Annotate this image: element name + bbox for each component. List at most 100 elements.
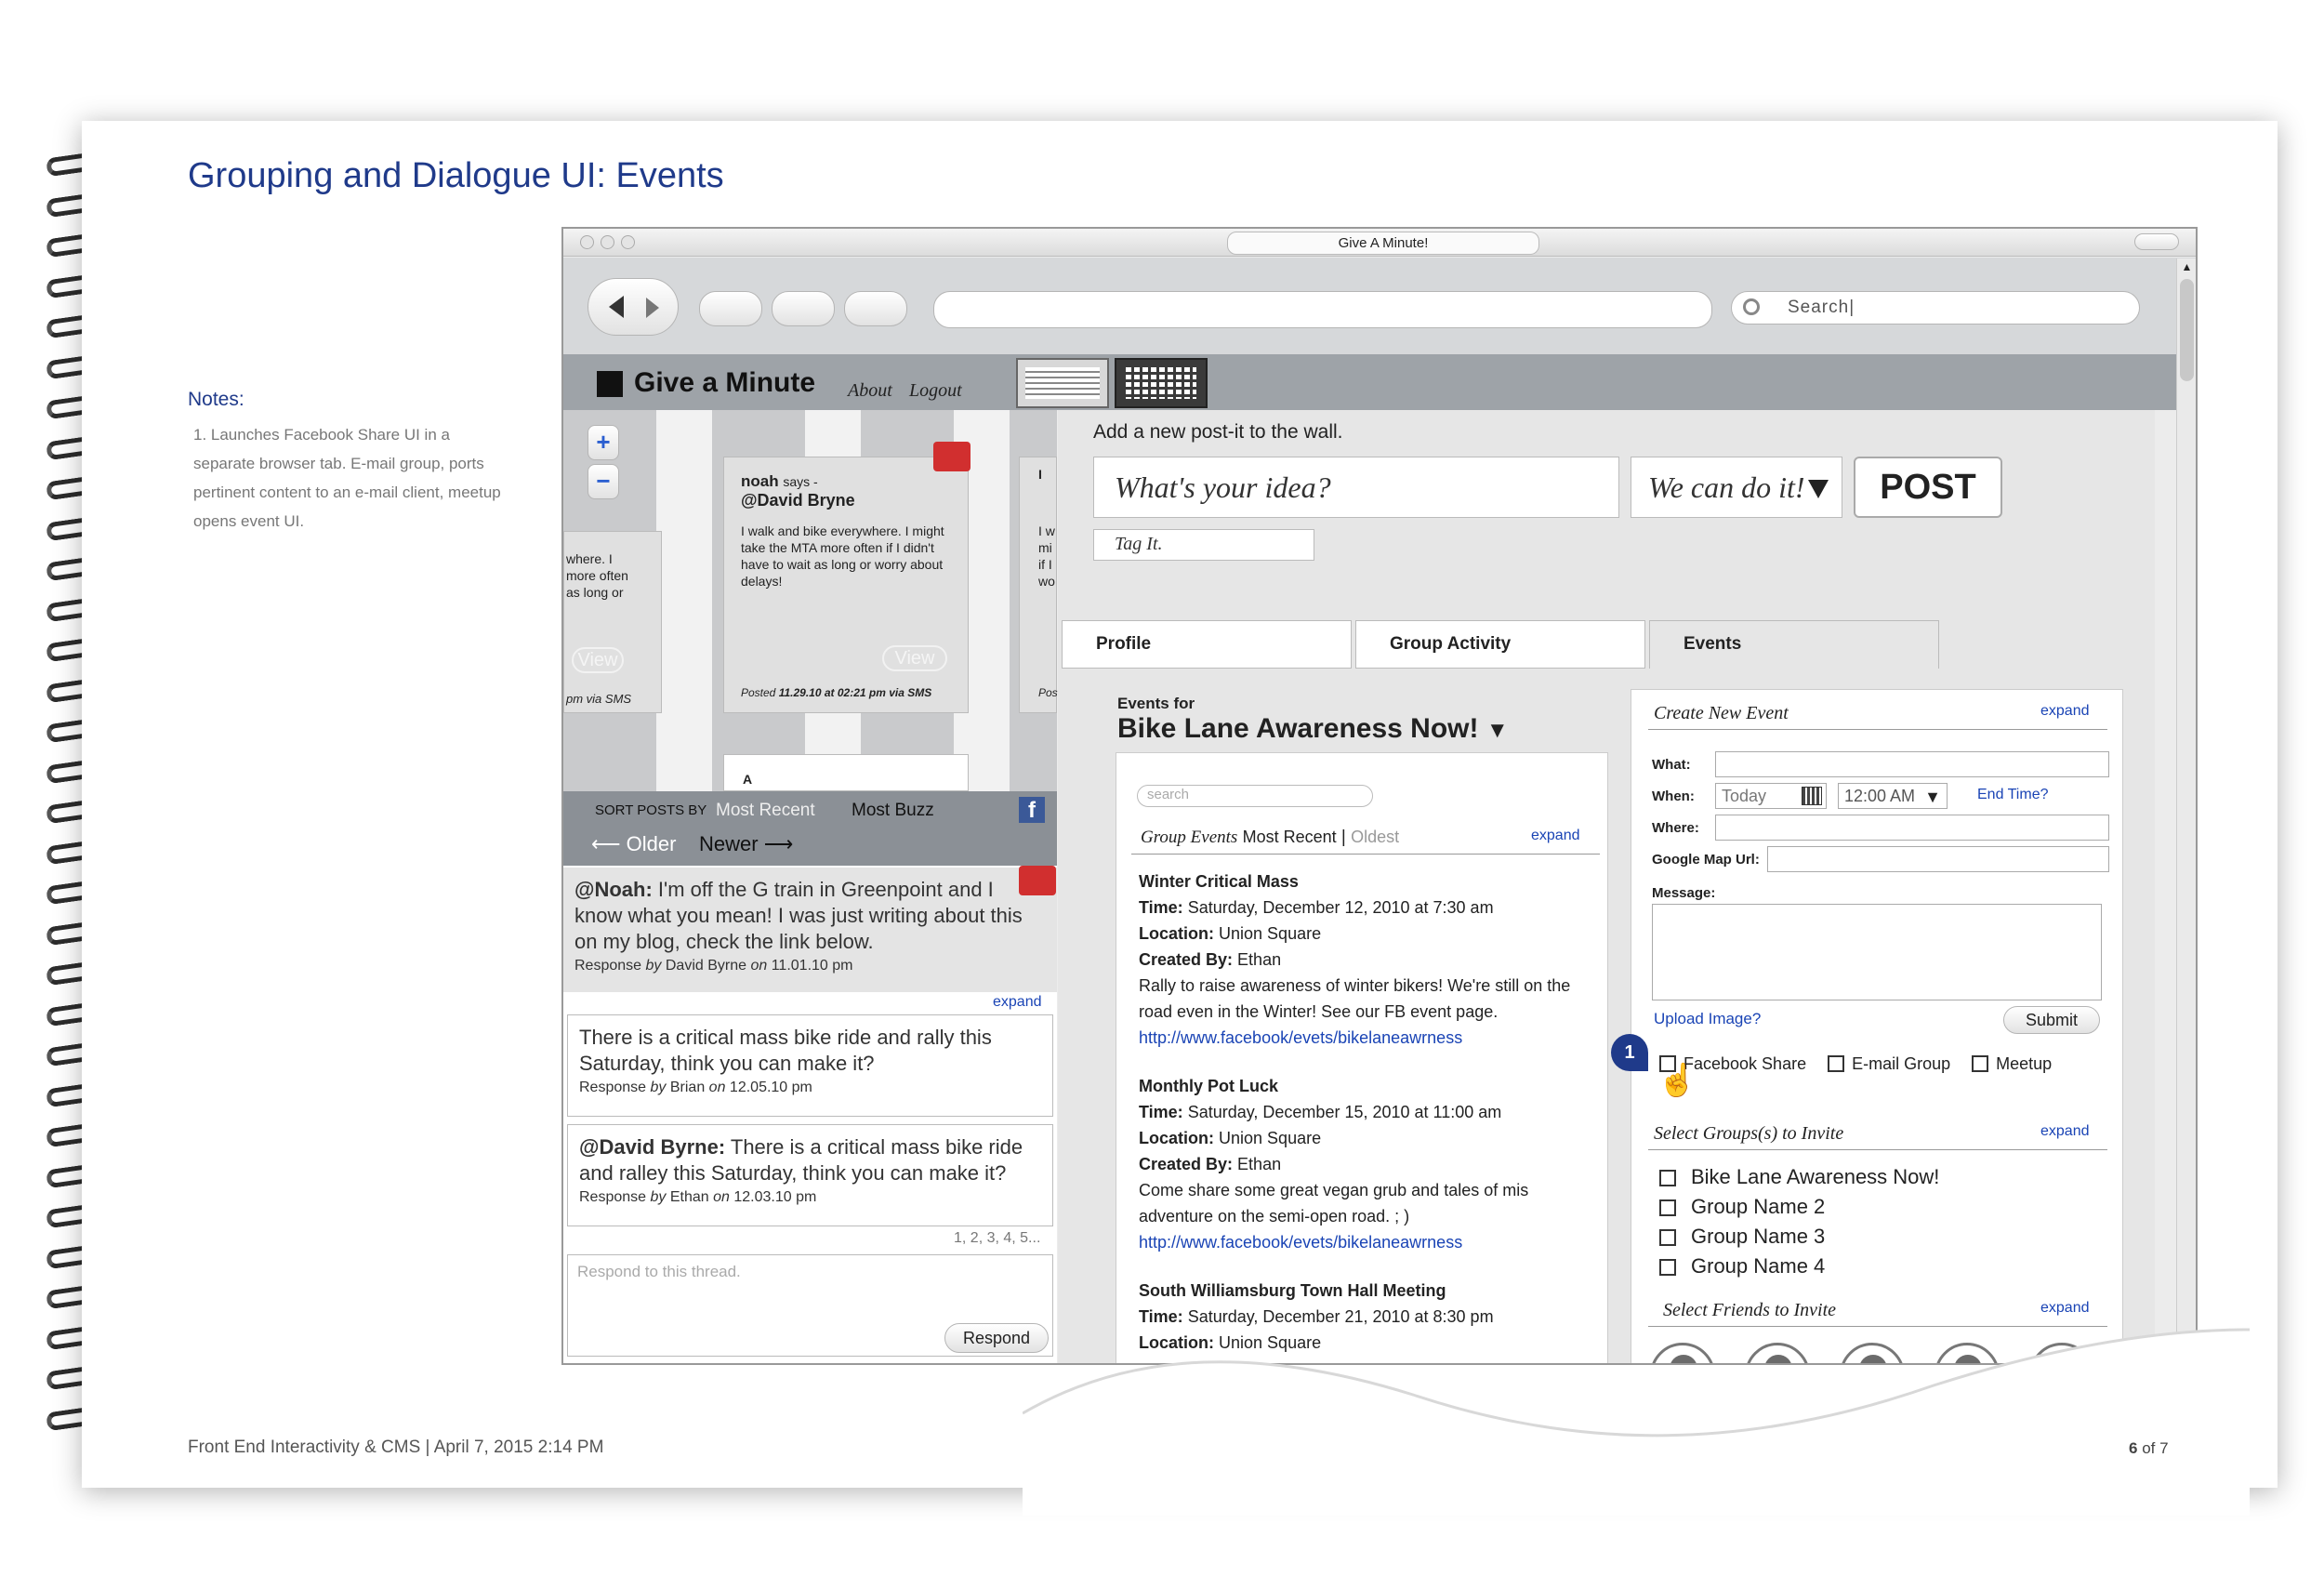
comment-flag-icon[interactable]: [933, 442, 971, 471]
group-option[interactable]: Group Name 4: [1659, 1252, 1939, 1281]
title-bar: Give A Minute!: [563, 229, 2196, 257]
cando-select[interactable]: We can do it!: [1631, 457, 1842, 518]
map-url-input[interactable]: [1767, 846, 2109, 872]
list-view-toggle[interactable]: [1016, 358, 1109, 408]
checkbox[interactable]: [1659, 1199, 1676, 1216]
grid-view-icon: [1126, 367, 1196, 399]
browser-search-input[interactable]: Search|: [1731, 291, 2140, 325]
older-link[interactable]: ⟵ Older: [591, 832, 676, 856]
scroll-thumb[interactable]: [2180, 279, 2194, 381]
expand-link[interactable]: expand: [1531, 828, 1580, 844]
chevron-down-icon: ▼: [1924, 788, 1941, 806]
expand-link[interactable]: expand: [993, 994, 1042, 1011]
app-header-right: [1016, 354, 2196, 410]
post-button[interactable]: POST: [1854, 457, 2002, 518]
post-wall[interactable]: + − where. I more often as long or View …: [563, 410, 1058, 791]
tab-group-activity[interactable]: Group Activity: [1355, 620, 1645, 669]
scroll-up-icon[interactable]: ▲: [2179, 260, 2195, 275]
event-item[interactable]: Monthly Pot Luck Time: Saturday, Decembe…: [1139, 1073, 1600, 1255]
event-link[interactable]: http://www.facebook/evets/bikelaneawrnes…: [1139, 1229, 1600, 1255]
checkbox[interactable]: [1659, 1229, 1676, 1246]
close-dot[interactable]: [580, 235, 594, 249]
toolbar-toggle-button[interactable]: [2134, 233, 2179, 250]
post-prompt: Add a new post-it to the wall.: [1093, 421, 1343, 443]
grid-view-toggle[interactable]: [1115, 358, 1208, 408]
time-select[interactable]: 12:00 AM ▼: [1838, 783, 1948, 809]
group-option[interactable]: Group Name 3: [1659, 1222, 1939, 1252]
submit-button[interactable]: Submit: [2003, 1006, 2100, 1034]
post-card-right[interactable]: I I w mi if I wo Pos: [1019, 457, 1058, 713]
group-checklist: Bike Lane Awareness Now! Group Name 2 Gr…: [1659, 1162, 1939, 1281]
end-time-link[interactable]: End Time?: [1977, 787, 2048, 803]
sort-oldest-events[interactable]: Oldest: [1351, 828, 1399, 846]
meetup-option[interactable]: Meetup: [1972, 1054, 2052, 1073]
checkbox[interactable]: [1972, 1055, 1989, 1072]
minimize-dot[interactable]: [601, 235, 614, 249]
view-button[interactable]: View: [572, 647, 624, 673]
group-option[interactable]: Bike Lane Awareness Now!: [1659, 1162, 1939, 1192]
checkbox[interactable]: [1659, 1259, 1676, 1276]
view-button[interactable]: View: [882, 645, 947, 671]
tab-profile[interactable]: Profile: [1062, 620, 1352, 669]
vertical-scrollbar[interactable]: ▲: [2176, 258, 2196, 1363]
thread-pagination[interactable]: 1, 2, 3, 4, 5...: [954, 1230, 1040, 1247]
page-title: Grouping and Dialogue UI: Events: [188, 156, 724, 195]
thread-response-2[interactable]: There is a critical mass bike ride and r…: [567, 1014, 1053, 1117]
toolbar-button-2[interactable]: [772, 291, 835, 326]
upload-image-link[interactable]: Upload Image?: [1654, 1010, 1761, 1028]
checkbox[interactable]: [1828, 1055, 1845, 1072]
calendar-icon[interactable]: [1802, 787, 1822, 805]
comment-flag-icon[interactable]: [1019, 866, 1056, 895]
tag-input[interactable]: Tag It.: [1093, 529, 1314, 561]
sort-most-recent[interactable]: Most Recent: [716, 801, 815, 821]
message-textarea[interactable]: [1652, 904, 2102, 1000]
expand-link[interactable]: expand: [2040, 703, 2090, 720]
back-forward-button[interactable]: [588, 278, 679, 336]
thread-response-1[interactable]: @Noah: I'm off the G train in Greenpoint…: [563, 868, 1057, 992]
search-icon: [1743, 298, 1760, 315]
post-card-left[interactable]: where. I more often as long or View pm v…: [563, 531, 662, 713]
email-group-option[interactable]: E-mail Group: [1828, 1054, 1950, 1073]
hand-cursor-icon: ☝: [1657, 1063, 1697, 1098]
facebook-icon[interactable]: f: [1019, 797, 1045, 823]
post-card-next[interactable]: A: [723, 754, 969, 791]
checkbox[interactable]: [1659, 1170, 1676, 1186]
events-list: search Group Events Most Recent | Oldest…: [1116, 752, 1608, 1363]
event-search-input[interactable]: search: [1137, 785, 1373, 807]
wall-panel: + − where. I more often as long or View …: [563, 410, 1058, 1363]
nav-about[interactable]: About: [848, 380, 892, 402]
group-select[interactable]: Bike Lane Awareness Now! ▼: [1117, 713, 1509, 745]
post-card[interactable]: noah says - @David Bryne I walk and bike…: [723, 457, 969, 713]
tab-events[interactable]: Events: [1649, 620, 1939, 669]
chevron-down-icon: ▼: [1486, 718, 1509, 743]
nav-logout[interactable]: Logout: [909, 380, 962, 402]
notes-heading: Notes:: [188, 389, 244, 410]
event-link[interactable]: http://www.facebook/evets/bikelaneawrnes…: [1139, 1025, 1600, 1051]
zoom-in-button[interactable]: +: [588, 425, 619, 460]
app-logo[interactable]: Give a Minute: [634, 367, 815, 399]
callout-marker: 1: [1611, 1034, 1648, 1071]
sort-most-recent-events[interactable]: Most Recent: [1243, 828, 1337, 846]
thread-response-3[interactable]: @David Byrne: There is a critical mass b…: [567, 1124, 1053, 1226]
address-bar[interactable]: [933, 291, 1712, 328]
events-for-label: Events for: [1117, 695, 1195, 712]
expand-link[interactable]: expand: [2040, 1123, 2090, 1140]
newer-link[interactable]: Newer ⟶: [699, 832, 793, 856]
toolbar-button-3[interactable]: [844, 291, 907, 326]
idea-input[interactable]: What's your idea?: [1093, 457, 1619, 518]
app-header: Give a Minute About Logout: [563, 354, 1057, 410]
zoom-out-button[interactable]: −: [588, 464, 619, 499]
create-event-panel: Create New Event expand What: When: Toda…: [1611, 689, 2123, 1363]
toolbar-button-1[interactable]: [699, 291, 762, 326]
chevron-down-icon: [1808, 480, 1829, 498]
where-input[interactable]: [1715, 815, 2109, 841]
zoom-dot[interactable]: [621, 235, 635, 249]
forward-arrow-icon[interactable]: [646, 298, 659, 318]
what-input[interactable]: [1715, 751, 2109, 777]
back-arrow-icon[interactable]: [609, 296, 624, 318]
date-input[interactable]: Today: [1715, 783, 1827, 809]
sort-most-buzz[interactable]: Most Buzz: [852, 801, 934, 821]
window-title: Give A Minute!: [1227, 232, 1539, 255]
group-option[interactable]: Group Name 2: [1659, 1192, 1939, 1222]
event-item[interactable]: Winter Critical Mass Time: Saturday, Dec…: [1139, 868, 1600, 1051]
